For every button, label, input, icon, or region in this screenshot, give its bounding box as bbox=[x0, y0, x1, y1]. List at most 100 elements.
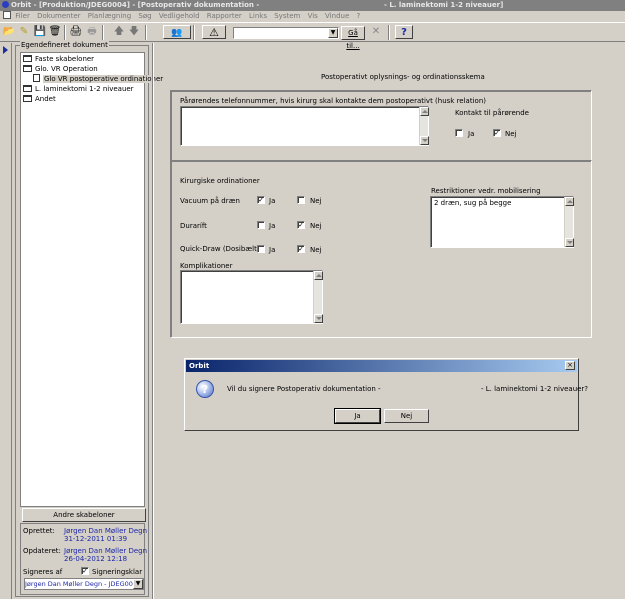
goto-button[interactable]: Gå til... bbox=[341, 26, 365, 50]
order-quickdraw-nej-checkbox[interactable] bbox=[297, 245, 305, 253]
tree-item-glo-vr-postoperative-ordinationer[interactable]: Glo VR postoperative ordinationer bbox=[33, 74, 165, 84]
menu-dokumenter[interactable]: Dokumenter bbox=[37, 12, 80, 20]
dialog-title: Orbit bbox=[189, 362, 210, 370]
panel-splitter[interactable] bbox=[152, 43, 154, 599]
scroll-up-icon[interactable] bbox=[314, 271, 323, 280]
expand-arrow-icon[interactable] bbox=[3, 46, 8, 54]
restrictions-textarea[interactable]: 2 dræn, sug på begge bbox=[430, 196, 574, 248]
signer-select-value: Jørgen Dan Møller Degn - JDEG0004 bbox=[25, 580, 142, 588]
vertical-scrollbar[interactable] bbox=[564, 197, 574, 247]
created-by: Jørgen Dan Møller Degn bbox=[64, 527, 148, 535]
scroll-down-icon[interactable] bbox=[565, 238, 574, 247]
contact-nej-checkbox[interactable] bbox=[493, 129, 501, 137]
toolbar-separator bbox=[388, 25, 390, 40]
dialog-title-bar[interactable]: Orbit bbox=[186, 360, 577, 372]
dialog-close-icon[interactable]: × bbox=[565, 361, 575, 370]
help-question-icon[interactable]: ? bbox=[395, 25, 413, 39]
menu-filer[interactable]: Filer bbox=[15, 12, 30, 20]
folder-icon bbox=[23, 95, 32, 102]
scroll-up-icon[interactable] bbox=[420, 107, 429, 116]
window-title-suffix: - L. laminektomi 1-2 niveauer] bbox=[384, 1, 504, 9]
order-vacuum-ja-checkbox[interactable] bbox=[257, 196, 265, 204]
menu-system[interactable]: System bbox=[274, 12, 300, 20]
edit-pencil-icon[interactable]: ✎ bbox=[17, 25, 31, 39]
open-folder-icon[interactable]: 📂 bbox=[2, 25, 16, 39]
delete-trash-icon[interactable]: 🗑 bbox=[48, 25, 62, 39]
tree-item-faste-skabeloner[interactable]: Faste skabeloner bbox=[23, 54, 94, 64]
updated-at: 26-04-2012 12:18 bbox=[64, 555, 128, 563]
arrow-down-icon[interactable]: 🡇 bbox=[127, 25, 141, 39]
order-vacuum-label: Vacuum på dræn bbox=[180, 197, 240, 205]
dialog-no-button[interactable]: Nej bbox=[384, 409, 429, 423]
vertical-scrollbar[interactable] bbox=[313, 271, 323, 323]
menu-vedligehold[interactable]: Vedligehold bbox=[159, 12, 200, 20]
close-x-icon[interactable]: ✕ bbox=[369, 25, 383, 39]
tree-item-andet[interactable]: Andet bbox=[23, 94, 56, 104]
chevron-down-icon[interactable]: ▼ bbox=[328, 28, 338, 38]
menu-vis[interactable]: Vis bbox=[308, 12, 318, 20]
tree-item-label: Faste skabeloner bbox=[35, 55, 95, 63]
scroll-down-icon[interactable] bbox=[420, 136, 429, 145]
vertical-scrollbar[interactable] bbox=[419, 107, 429, 145]
folder-icon bbox=[23, 85, 32, 92]
dialog-message-suffix: - L. laminektomi 1-2 niveauer? bbox=[481, 385, 589, 393]
goto-combo[interactable]: ▼ bbox=[233, 27, 339, 39]
toolbar-separator bbox=[64, 25, 66, 40]
other-templates-button[interactable]: Andre skabeloner bbox=[22, 508, 146, 522]
tree-item-label: Andet bbox=[35, 95, 56, 103]
tree-item-label: Glo VR postoperative ordinationer bbox=[43, 75, 165, 83]
tree-item-l-laminektomi[interactable]: L. laminektomi 1-2 niveauer bbox=[23, 84, 134, 94]
order-duralift-nej-checkbox[interactable] bbox=[297, 221, 305, 229]
created-at: 31-12-2011 01:39 bbox=[64, 535, 128, 543]
orbit-app-icon bbox=[2, 1, 9, 8]
surgical-orders-label: Kirurgiske ordinationer bbox=[180, 177, 260, 185]
panel-expander[interactable] bbox=[0, 43, 12, 599]
form-heading: Postoperativt oplysnings- og ordinations… bbox=[321, 73, 485, 81]
ja-label: Ja bbox=[269, 246, 276, 254]
print-icon[interactable]: 🖨 bbox=[69, 25, 83, 39]
goto-button-label: Gå til... bbox=[346, 29, 360, 50]
signing-ready-checkbox[interactable] bbox=[81, 567, 89, 575]
toolbar: 📂 ✎ 💾 🗑 🖨 🖶 🡅 🡇 👥 ⚠ ▼ Gå til... ✕ ? bbox=[0, 22, 625, 50]
order-duralift-ja-checkbox[interactable] bbox=[257, 221, 265, 229]
contact-ja-checkbox[interactable] bbox=[455, 129, 463, 137]
save-disk-icon[interactable]: 💾 bbox=[33, 25, 47, 39]
relatives-phone-textarea[interactable] bbox=[180, 106, 429, 146]
contact-relatives-label: Kontakt til pårørende bbox=[455, 109, 529, 117]
complications-textarea[interactable] bbox=[180, 270, 323, 324]
signing-ready-label: Signeringsklar bbox=[92, 568, 143, 576]
created-label: Oprettet: bbox=[23, 527, 55, 535]
folder-open-icon bbox=[23, 65, 32, 72]
updated-by: Jørgen Dan Møller Degn bbox=[64, 547, 148, 555]
scroll-up-icon[interactable] bbox=[565, 197, 574, 206]
contact-ja-label: Ja bbox=[468, 130, 475, 138]
signer-select[interactable]: Jørgen Dan Møller Degn - JDEG0004 ▼ bbox=[24, 578, 144, 590]
signed-by-label: Signeres af bbox=[23, 568, 63, 576]
warning-icon[interactable]: ⚠ bbox=[202, 25, 226, 39]
menu-help[interactable]: ? bbox=[356, 12, 360, 20]
complications-label: Komplikationer bbox=[180, 262, 233, 270]
scroll-down-icon[interactable] bbox=[314, 314, 323, 323]
document-icon bbox=[33, 74, 40, 82]
arrow-up-icon[interactable]: 🡅 bbox=[112, 25, 126, 39]
question-icon: ? bbox=[196, 380, 214, 398]
toolbar-separator bbox=[145, 25, 147, 40]
window-title-bar[interactable]: Orbit - [Produktion/JDEG0004] - [Postope… bbox=[0, 0, 625, 11]
menu-vindue[interactable]: Vindue bbox=[325, 12, 349, 20]
chevron-down-icon[interactable]: ▼ bbox=[133, 579, 143, 589]
print-preview-icon[interactable]: 🖶 bbox=[85, 25, 99, 39]
order-vacuum-nej-checkbox[interactable] bbox=[297, 196, 305, 204]
order-quickdraw-ja-checkbox[interactable] bbox=[257, 245, 265, 253]
contact-nej-label: Nej bbox=[505, 130, 517, 138]
tree-item-glo-vr-operation[interactable]: Glo. VR Operation bbox=[23, 64, 98, 74]
toolbar-separator bbox=[102, 25, 104, 40]
template-tree[interactable]: Faste skabeloner Glo. VR Operation Glo V… bbox=[20, 52, 165, 507]
persons-icon[interactable]: 👥 bbox=[163, 25, 191, 39]
menu-planlaegning[interactable]: Planlægning bbox=[88, 12, 131, 20]
menu-soeg[interactable]: Søg bbox=[138, 12, 151, 20]
menu-links[interactable]: Links bbox=[249, 12, 267, 20]
menu-bar: Filer Dokumenter Planlægning Søg Vedlige… bbox=[0, 11, 625, 22]
window-system-menu-icon[interactable] bbox=[3, 11, 11, 19]
dialog-yes-button[interactable]: Ja bbox=[334, 408, 381, 424]
menu-rapporter[interactable]: Rapporter bbox=[207, 12, 242, 20]
